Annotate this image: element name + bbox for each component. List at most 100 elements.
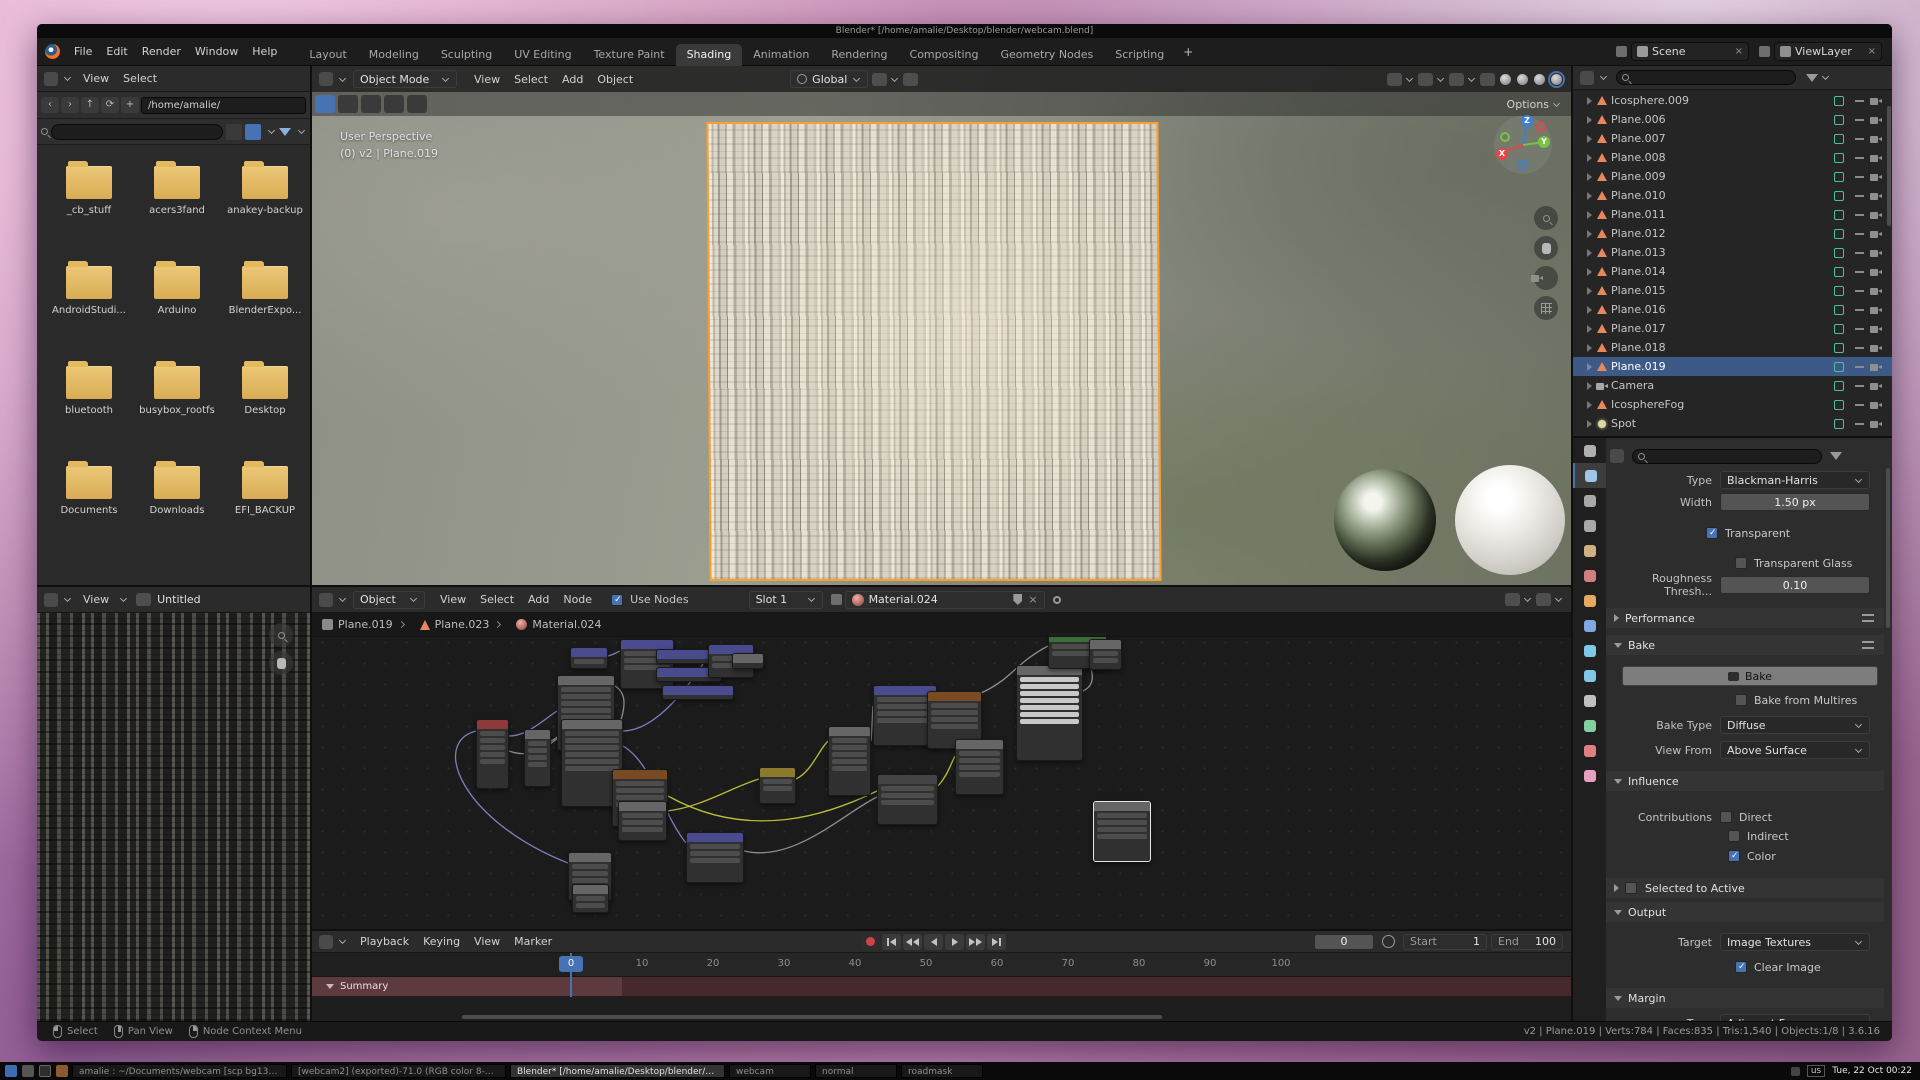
disclosure-icon[interactable] xyxy=(1587,230,1592,238)
shading-solid-icon[interactable] xyxy=(1516,73,1529,86)
gizmo-neg-y-dot[interactable] xyxy=(1500,132,1510,142)
snap-node-icon[interactable] xyxy=(1505,593,1520,606)
color-checkbox[interactable] xyxy=(1728,850,1740,862)
previous-keyframe-button[interactable] xyxy=(903,934,922,950)
launcher-terminal-icon[interactable] xyxy=(39,1065,51,1077)
camera-toggle-icon[interactable] xyxy=(1870,361,1883,373)
performance-section[interactable]: Performance xyxy=(1606,608,1884,628)
outliner-item-icospherefog[interactable]: IcosphereFog xyxy=(1573,395,1892,414)
gizmo-x-dot[interactable]: X xyxy=(1496,148,1508,160)
disclosure-icon[interactable] xyxy=(1587,382,1592,390)
folder-bluetooth[interactable]: bluetooth xyxy=(45,366,133,416)
launcher-menu-icon[interactable] xyxy=(5,1065,17,1077)
material-unlink-icon[interactable]: × xyxy=(1028,593,1037,606)
auto-key-button[interactable] xyxy=(861,934,880,950)
shader-node-21[interactable] xyxy=(955,739,1004,795)
outliner-item-plane-013[interactable]: Plane.013 xyxy=(1573,243,1892,262)
hide-toggle-icon[interactable] xyxy=(1855,214,1864,216)
refresh-button[interactable]: ⟳ xyxy=(101,97,119,113)
influence-section[interactable]: Influence xyxy=(1606,771,1884,791)
scene-selector[interactable]: Scene × xyxy=(1631,42,1749,61)
properties-tab-output[interactable] xyxy=(1573,488,1606,513)
shader-type-dropdown[interactable]: Object xyxy=(353,591,425,609)
gizmo-y-dot[interactable]: Y xyxy=(1538,136,1550,148)
gizmos-toggle-icon[interactable] xyxy=(1418,73,1433,86)
menu-view[interactable]: View xyxy=(76,72,116,85)
folder-efi-backup[interactable]: EFI_BACKUP xyxy=(221,466,309,516)
slot-dropdown[interactable]: Slot 1 xyxy=(749,591,823,609)
timeline-scrollbar[interactable] xyxy=(462,1015,1162,1019)
outliner-item-plane-014[interactable]: Plane.014 xyxy=(1573,262,1892,281)
shader-node-6[interactable] xyxy=(732,653,764,669)
hide-toggle-icon[interactable] xyxy=(1855,138,1864,140)
properties-tab-particles[interactable] xyxy=(1573,638,1606,663)
filter-chevron-icon[interactable] xyxy=(1822,73,1829,80)
properties-editor-icon[interactable] xyxy=(1610,449,1624,463)
options-chevron-icon[interactable] xyxy=(1553,99,1560,106)
properties-tab-object-data[interactable] xyxy=(1573,713,1606,738)
disclosure-icon[interactable] xyxy=(1587,344,1592,352)
preset-menu-icon[interactable] xyxy=(1862,641,1874,649)
transparent-checkbox[interactable] xyxy=(1706,527,1718,539)
up-button[interactable]: ↑ xyxy=(81,97,99,113)
camera-toggle-icon[interactable] xyxy=(1870,228,1883,240)
view-from-dropdown[interactable]: Above Surface xyxy=(1720,741,1870,759)
properties-search-input[interactable] xyxy=(1632,449,1822,464)
workspace-tab-layout[interactable]: Layout xyxy=(298,44,357,66)
viewlayer-browse-icon[interactable] xyxy=(1759,46,1770,57)
outliner-item-plane-016[interactable]: Plane.016 xyxy=(1573,300,1892,319)
use-nodes-checkbox[interactable] xyxy=(611,594,623,606)
properties-tab-tool[interactable] xyxy=(1573,438,1606,463)
folder-blenderexpo[interactable]: BlenderExpo... xyxy=(221,266,309,316)
timeline-editor-icon[interactable] xyxy=(319,935,333,949)
camera-toggle-icon[interactable] xyxy=(1870,247,1883,259)
camera-toggle-icon[interactable] xyxy=(1870,114,1883,126)
snap-magnet-icon[interactable] xyxy=(872,73,887,86)
camera-toggle-icon[interactable] xyxy=(1870,152,1883,164)
current-frame-field[interactable]: 0 xyxy=(1314,934,1374,950)
hide-toggle-icon[interactable] xyxy=(1855,271,1864,273)
selected-plane-object[interactable] xyxy=(706,122,1161,581)
back-button[interactable]: ‹ xyxy=(41,97,59,113)
display-mode-chevron-icon[interactable] xyxy=(268,127,275,134)
tool-move-icon[interactable] xyxy=(384,95,404,113)
jump-to-end-button[interactable] xyxy=(987,934,1006,950)
margin-type-dropdown[interactable]: Adjacent Faces xyxy=(1720,1014,1870,1021)
menu-add[interactable]: Add xyxy=(521,593,556,606)
node-overlays-icon[interactable] xyxy=(1536,593,1551,606)
tool-select-box-icon[interactable] xyxy=(338,95,358,113)
node-canvas[interactable] xyxy=(312,611,1571,929)
shader-node-16[interactable] xyxy=(759,767,796,804)
shading-wireframe-icon[interactable] xyxy=(1499,73,1512,86)
transform-orientation-dropdown[interactable]: Global xyxy=(790,70,868,88)
disclosure-icon[interactable] xyxy=(1587,287,1592,295)
display-list-button[interactable] xyxy=(226,124,242,140)
properties-tab-object[interactable] xyxy=(1573,588,1606,613)
outliner-item-plane-012[interactable]: Plane.012 xyxy=(1573,224,1892,243)
end-frame-field[interactable]: End 100 xyxy=(1491,934,1563,950)
disclosure-icon[interactable] xyxy=(1587,173,1592,181)
launcher-browser-icon[interactable] xyxy=(56,1065,68,1077)
snap-chevron-icon[interactable] xyxy=(891,74,898,81)
blender-logo-icon[interactable] xyxy=(45,44,60,59)
disclosure-icon[interactable] xyxy=(1587,306,1592,314)
disclosure-icon[interactable] xyxy=(1587,116,1592,124)
disclosure-icon[interactable] xyxy=(1587,192,1592,200)
fake-user-icon[interactable] xyxy=(1013,594,1022,605)
timeline-ruler[interactable]: 102030405060708090100 xyxy=(312,953,1571,977)
outliner-item-plane-008[interactable]: Plane.008 xyxy=(1573,148,1892,167)
camera-toggle-icon[interactable] xyxy=(1870,380,1883,392)
launcher-files-icon[interactable] xyxy=(22,1065,34,1077)
hide-toggle-icon[interactable] xyxy=(1855,195,1864,197)
folder-androidstudi[interactable]: AndroidStudi... xyxy=(45,266,133,316)
filter-chevron-icon[interactable] xyxy=(298,127,305,134)
properties-tab-physics[interactable] xyxy=(1573,663,1606,688)
scene-browse-icon[interactable] xyxy=(1616,46,1627,57)
shading-material-icon[interactable] xyxy=(1533,73,1546,86)
outliner-scrollbar[interactable] xyxy=(1887,106,1891,226)
menu-add[interactable]: Add xyxy=(555,73,590,86)
workspace-tab-modeling[interactable]: Modeling xyxy=(358,44,430,66)
hide-toggle-icon[interactable] xyxy=(1855,252,1864,254)
selected-to-active-section[interactable]: Selected to Active xyxy=(1606,878,1884,898)
xray-toggle-icon[interactable] xyxy=(1480,73,1495,86)
